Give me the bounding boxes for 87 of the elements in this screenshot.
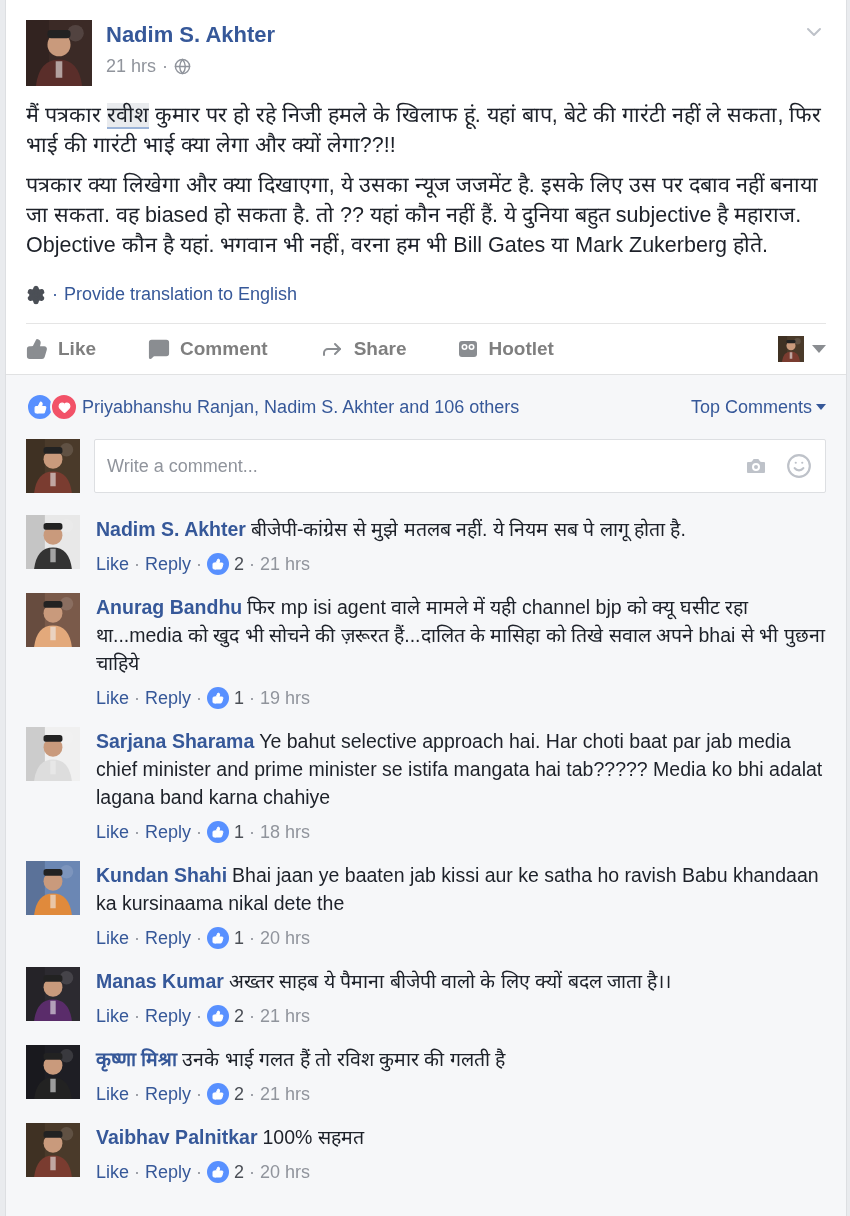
hootlet-button[interactable]: Hootlet	[458, 338, 554, 360]
separator: ·	[249, 1005, 256, 1027]
speech-bubble-icon	[148, 338, 171, 360]
separator: ·	[196, 553, 203, 575]
reply-link[interactable]: Reply	[145, 927, 192, 949]
separator: ·	[196, 821, 203, 843]
separator: ·	[249, 1083, 256, 1105]
author-name[interactable]: Nadim S. Akhter	[106, 22, 788, 48]
comment-text: Anurag Bandhu फिर mp isi agent वाले मामले में यही channel bjp को क्यू घसीट रहा था...media को खुद भी सोचने की ज़रूरत हैं...दालित के मासिहा को तिखे सवाल अपने bhai से भी पुछना चाहिये	[96, 595, 826, 676]
comment-button[interactable]: Comment	[148, 338, 268, 360]
like-link[interactable]: Like	[96, 1083, 130, 1105]
translation-link[interactable]: Provide translation to English	[64, 284, 298, 305]
settings-icon	[26, 284, 46, 305]
separator: ·	[134, 553, 141, 575]
separator: ·	[134, 927, 141, 949]
owl-icon	[458, 339, 479, 359]
commenter-name[interactable]: Manas Kumar	[96, 970, 224, 992]
like-button[interactable]: Like	[26, 338, 97, 360]
commenter-name[interactable]: कृष्णा मिश्रा	[96, 1048, 178, 1070]
commenter-name[interactable]: Vaibhav Palnitkar	[96, 1126, 258, 1148]
separator: ·	[52, 284, 58, 305]
separator: ·	[134, 687, 141, 709]
separator: ·	[196, 927, 203, 949]
reply-link[interactable]: Reply	[145, 553, 192, 575]
commenter-name[interactable]: Kundan Shahi	[96, 864, 228, 886]
like-count-icon	[207, 553, 230, 575]
like-count[interactable]: 2	[234, 553, 245, 575]
like-link[interactable]: Like	[96, 687, 130, 709]
reply-link[interactable]: Reply	[145, 687, 192, 709]
thumbs-up-icon	[26, 338, 48, 360]
separator: ·	[134, 1005, 141, 1027]
like-link[interactable]: Like	[96, 821, 130, 843]
separator: ·	[196, 1161, 203, 1183]
separator: ·	[249, 687, 256, 709]
caret-icon[interactable]	[812, 344, 826, 354]
separator: ·	[134, 1083, 141, 1105]
love-reaction-icon	[50, 393, 78, 421]
like-link[interactable]: Like	[96, 927, 130, 949]
comment-text: Kundan Shahi Bhai jaan ye baaten jab kissi aur ke satha ho ravish Babu khandaan ka kursinaama nikal dete the	[96, 863, 820, 916]
separator: ·	[134, 1161, 141, 1183]
separator: ·	[196, 1083, 203, 1105]
separator: ·	[249, 553, 256, 575]
reply-link[interactable]: Reply	[145, 821, 192, 843]
sort-dropdown[interactable]: Top Comments	[690, 396, 826, 418]
separator: ·	[196, 1005, 203, 1027]
like-count[interactable]: 1	[234, 821, 245, 843]
like-link[interactable]: Like	[96, 1161, 130, 1183]
like-count[interactable]: 2	[234, 1083, 245, 1105]
separator: ·	[249, 1161, 256, 1183]
comment-text: कृष्णा मिश्रा उनके भाई गलत हैं तो रविश कुमार की गलती है	[96, 1047, 507, 1073]
separator: ·	[162, 56, 169, 77]
like-count[interactable]: 2	[234, 1161, 245, 1183]
commenter-name[interactable]: Nadim S. Akhter	[96, 518, 246, 540]
reply-link[interactable]: Reply	[145, 1005, 192, 1027]
commenter-name[interactable]: Anurag Bandhu	[96, 596, 243, 618]
mention-link[interactable]: रवीश	[106, 103, 149, 129]
globe-icon	[174, 58, 192, 75]
like-count[interactable]: 1	[234, 927, 245, 949]
reply-link[interactable]: Reply	[145, 1161, 192, 1183]
commenter-name[interactable]: Sarjana Sharama	[96, 730, 255, 752]
separator: ·	[249, 821, 256, 843]
separator: ·	[249, 927, 256, 949]
like-count[interactable]: 1	[234, 687, 245, 709]
like-link[interactable]: Like	[96, 1005, 130, 1027]
comment-field[interactable]: Write a comment...	[94, 439, 826, 493]
comment-text: Manas Kumar अख्तर साहब ये पैमाना बीजेपी वालो के लिए क्यों बदल जाता है।।	[96, 969, 673, 994]
share-button[interactable]: Share	[319, 337, 407, 361]
smiley-icon[interactable]	[786, 453, 812, 479]
post-text: मैं पत्रकार रवीश कुमार पर हो रहे निजी हमले के खिलाफ हूं. यहां बाप, बेटे की गारंटी नहीं ले सकता, फिर भाई की गारंटी भाई क्या लेगा और क्यों लेगा??!!	[26, 101, 823, 159]
comment-text: Sarjana Sharama Ye bahut selective approach hai. Har choti baat par jab media chief minister and prime minister se istifa mangata hai tab????? Media ko bhi adalat lagana band karna chahiye	[96, 729, 824, 810]
like-link[interactable]: Like	[96, 553, 130, 575]
caret-icon	[816, 403, 826, 411]
comment-text: Nadim S. Akhter बीजेपी-कांग्रेस से मुझे मतलब नहीं. ये नियम सब पे लागू होता है.	[96, 517, 687, 543]
like-count-icon	[207, 687, 230, 709]
reply-link[interactable]: Reply	[145, 1083, 192, 1105]
post-text: पत्रकार क्या लिखेगा और क्या दिखाएगा, ये उसका न्यूज जजमेंट है. इसके लिए उस पर दबाव नहीं बनाया जा सकता. वह biased हो सकता है. तो ?? यहां कौन नहीं हैं. ये दुनिया बहुत subjective है महाराज. Objective कौन है यहां. भगवान भी नहीं, वरना हम भी Bill Gates या Mark Zukerberg होते.	[26, 171, 820, 259]
like-count[interactable]: 2	[234, 1005, 245, 1027]
separator: ·	[134, 821, 141, 843]
like-count-icon	[207, 927, 230, 949]
separator: ·	[196, 687, 203, 709]
like-count-icon	[207, 821, 230, 843]
comment-text: Vaibhav Palnitkar 100% सहमत	[96, 1125, 366, 1150]
reactions-summary[interactable]: Priyabhanshu Ranjan, Nadim S. Akhter and 106 others	[82, 396, 691, 418]
like-count-icon	[207, 1161, 230, 1183]
like-reaction-icon	[26, 393, 54, 421]
like-count-icon	[207, 1005, 230, 1027]
like-count-icon	[207, 1083, 230, 1105]
